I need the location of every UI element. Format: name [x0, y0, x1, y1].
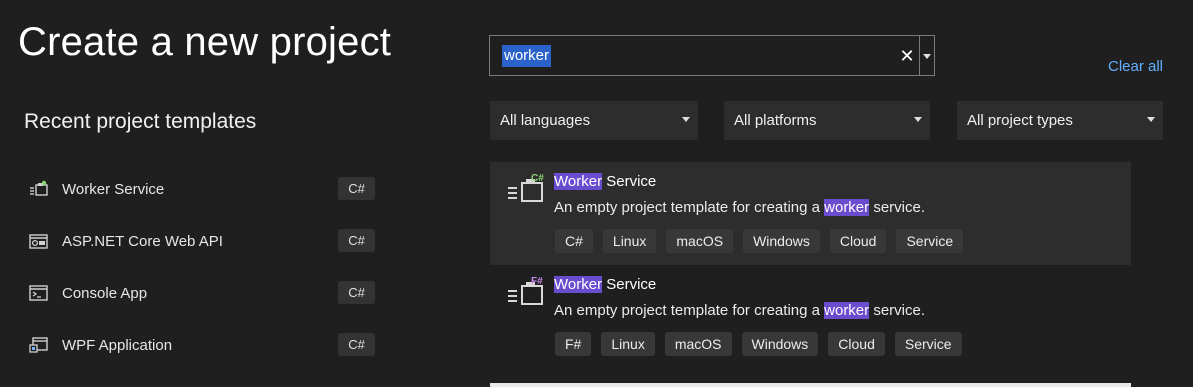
language-filter-value: All languages: [500, 112, 591, 129]
chevron-down-icon: [914, 117, 922, 122]
tag: Linux: [601, 332, 655, 356]
template-tags: C# Linux macOS Windows Cloud Service: [555, 229, 973, 253]
desc-match-highlight: worker: [824, 302, 870, 319]
recent-item-console-app[interactable]: Console App C#: [24, 267, 384, 319]
desc-match-highlight: worker: [824, 199, 870, 216]
tag: macOS: [664, 332, 732, 356]
tag: Windows: [741, 332, 819, 356]
recent-templates-list: Worker Service C# ASP.NET Core Web API C…: [24, 163, 384, 371]
clear-all-link[interactable]: Clear all: [1108, 58, 1163, 75]
lang-badge: C#: [531, 173, 544, 184]
chevron-down-icon: [1147, 117, 1155, 122]
tag: C#: [555, 229, 593, 253]
lang-badge: F#: [531, 276, 543, 287]
results-list-bottom-edge: [490, 383, 1131, 387]
platform-filter-dropdown[interactable]: All platforms: [724, 101, 930, 140]
title-match-highlight: Worker: [554, 173, 603, 190]
language-tag: C#: [338, 281, 375, 304]
search-history-dropdown-icon[interactable]: [922, 46, 932, 66]
template-result-worker-service-fsharp[interactable]: F# Worker Service An empty project templ…: [490, 265, 1131, 368]
desc-after: service.: [869, 302, 926, 319]
desc-after: service.: [869, 199, 926, 216]
language-filter-dropdown[interactable]: All languages: [490, 101, 698, 140]
worker-service-template-icon: C#: [506, 172, 546, 206]
recent-item-web-api[interactable]: ASP.NET Core Web API C#: [24, 215, 384, 267]
recent-item-label: WPF Application: [62, 336, 173, 354]
recent-item-label: ASP.NET Core Web API: [62, 232, 223, 250]
clear-search-icon[interactable]: ✕: [898, 46, 916, 66]
create-project-window: Create a new project Recent project temp…: [0, 0, 1193, 387]
project-type-filter-value: All project types: [967, 112, 1073, 129]
template-search-box[interactable]: worker ✕: [489, 35, 935, 76]
template-tags: F# Linux macOS Windows Cloud Service: [555, 332, 972, 356]
console-app-icon: [28, 282, 50, 304]
title-rest: Service: [602, 276, 657, 293]
template-title: Worker Service: [554, 173, 656, 190]
template-result-worker-service-csharp[interactable]: C# Worker Service An empty project templ…: [490, 162, 1131, 265]
worker-service-template-icon: F#: [506, 275, 546, 309]
page-title: Create a new project: [18, 20, 392, 64]
tag: Cloud: [829, 229, 887, 253]
search-divider: [919, 36, 920, 75]
tag: Windows: [743, 229, 820, 253]
language-tag: C#: [338, 177, 375, 200]
tag: Linux: [602, 229, 657, 253]
search-input[interactable]: worker: [502, 45, 552, 67]
recent-templates-heading: Recent project templates: [24, 110, 257, 133]
title-match-highlight: Worker: [554, 276, 603, 293]
recent-item-wpf-application[interactable]: WPF Application C#: [24, 319, 384, 371]
recent-item-label: Console App: [62, 284, 148, 302]
template-title: Worker Service: [554, 276, 656, 293]
platform-filter-value: All platforms: [734, 112, 817, 129]
project-type-filter-dropdown[interactable]: All project types: [957, 101, 1163, 140]
tag: F#: [555, 332, 592, 356]
worker-service-icon: [28, 178, 50, 200]
tag: Service: [894, 332, 962, 356]
desc-before: An empty project template for creating a: [554, 199, 825, 216]
tag: Cloud: [828, 332, 885, 356]
recent-item-label: Worker Service: [62, 180, 165, 198]
web-api-icon: [28, 230, 50, 252]
recent-item-worker-service[interactable]: Worker Service C#: [24, 163, 384, 215]
desc-before: An empty project template for creating a: [554, 302, 825, 319]
tag: macOS: [666, 229, 734, 253]
template-description: An empty project template for creating a…: [554, 199, 925, 216]
language-tag: C#: [338, 229, 375, 252]
tag: Service: [896, 229, 964, 253]
template-description: An empty project template for creating a…: [554, 302, 925, 319]
language-tag: C#: [338, 333, 375, 356]
title-rest: Service: [602, 173, 657, 190]
chevron-down-icon: [682, 117, 690, 122]
wpf-app-icon: [28, 334, 50, 356]
